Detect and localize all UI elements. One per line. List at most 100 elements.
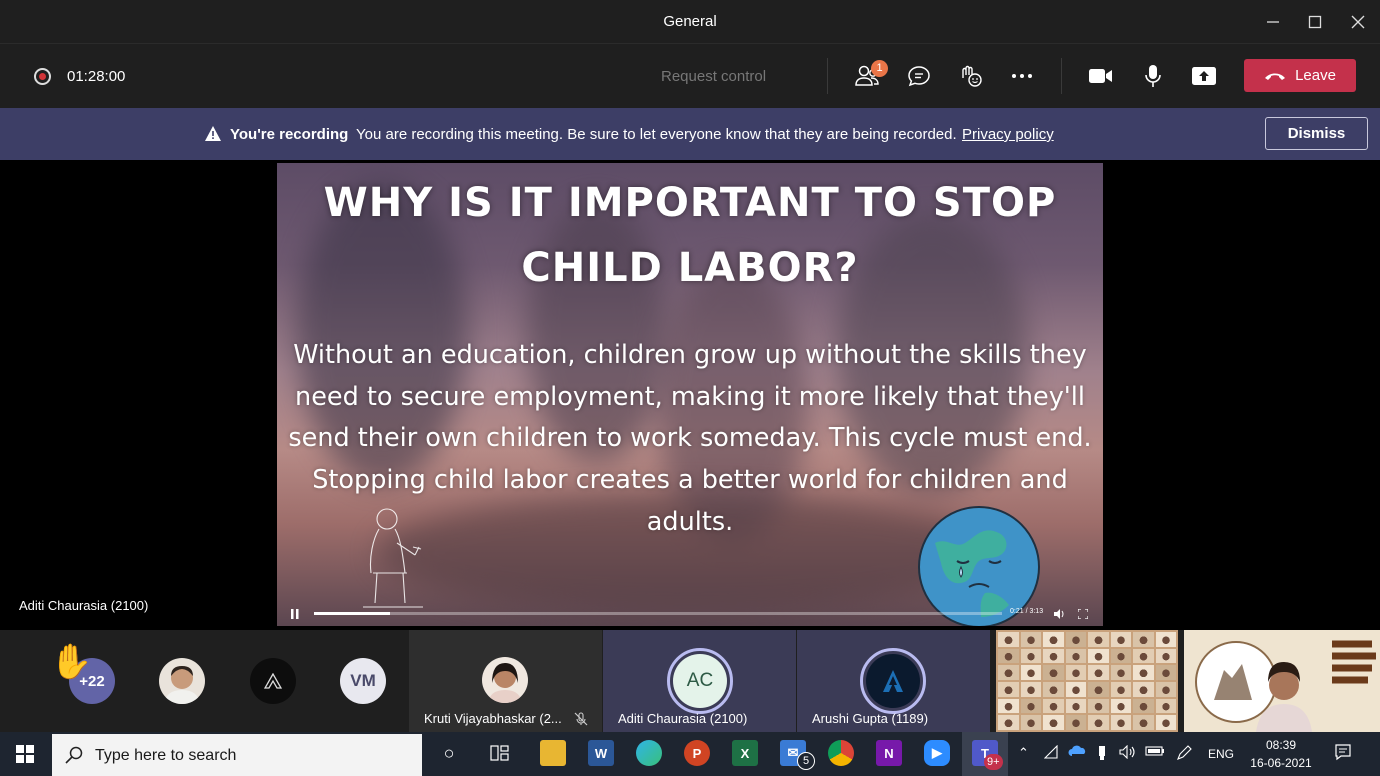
participant-avatar-initials[interactable]: VM: [340, 658, 386, 704]
usb-icon[interactable]: [1097, 745, 1107, 764]
raised-hand-icon: ✋: [50, 643, 93, 681]
minimize-icon[interactable]: [1258, 8, 1288, 36]
privacy-policy-link[interactable]: Privacy policy: [962, 126, 1054, 143]
hang-up-icon: [1265, 73, 1286, 80]
presentation-slide: WHY IS IT IMPORTANT TO STOP CHILD LABOR?…: [277, 163, 1103, 626]
self-video-preview: [1195, 638, 1380, 732]
speaking-ring: AC: [667, 648, 733, 714]
chat-icon[interactable]: [905, 63, 933, 89]
thumbnail-cell: [1088, 648, 1109, 664]
thumbnail-cell: [1110, 632, 1131, 647]
teams-badge: 9+: [984, 754, 1003, 770]
microphone-icon[interactable]: [1139, 63, 1167, 89]
maximize-icon[interactable]: [1300, 8, 1330, 36]
speaker-name-label: Aditi Chaurasia (2100): [19, 598, 149, 613]
request-control-button[interactable]: Request control: [661, 68, 766, 85]
thumbnail-cell: [1133, 665, 1154, 680]
pen-icon[interactable]: [1176, 745, 1192, 764]
onedrive-icon[interactable]: [1068, 745, 1088, 760]
volume-icon[interactable]: [1054, 609, 1065, 619]
taskbar-search-input[interactable]: Type here to search: [52, 734, 422, 776]
excel-icon[interactable]: X: [732, 740, 758, 766]
onenote-icon[interactable]: N: [876, 740, 902, 766]
thumbnail-cell: [998, 665, 1019, 680]
recording-banner: You're recording You are recording this …: [0, 108, 1380, 160]
task-view-circle-icon[interactable]: ○: [436, 740, 462, 766]
share-screen-icon[interactable]: [1190, 63, 1218, 89]
thumbnail-cell: [1155, 648, 1176, 664]
warning-icon: [205, 126, 221, 141]
thumbnail-cell: [1020, 682, 1041, 697]
chrome-icon[interactable]: [828, 740, 854, 766]
dismiss-button[interactable]: Dismiss: [1265, 117, 1368, 150]
pause-icon[interactable]: [291, 609, 299, 619]
battery-icon[interactable]: [1145, 745, 1165, 760]
thumbnail-cell: [1043, 648, 1064, 664]
volume-tray-icon[interactable]: [1119, 744, 1135, 762]
self-video-tile[interactable]: [1184, 630, 1380, 732]
network-icon[interactable]: [1043, 744, 1060, 762]
window-titlebar: General: [0, 0, 1380, 44]
search-icon: [65, 746, 83, 764]
participant-tile-active[interactable]: AC Aditi Chaurasia (2100): [603, 630, 796, 732]
participant-tile-active[interactable]: Arushi Gupta (1189): [797, 630, 990, 732]
thumbnail-cell: [1088, 715, 1109, 730]
video-progress-bar[interactable]: [314, 612, 1002, 615]
zoom-icon[interactable]: ▶: [924, 740, 950, 766]
thumbnail-cell: [1110, 648, 1131, 664]
participant-avatar[interactable]: [159, 658, 205, 704]
video-controls: 0:21 / 3:13: [277, 603, 1103, 626]
reactions-icon[interactable]: [956, 63, 984, 89]
camera-icon[interactable]: [1087, 63, 1115, 89]
thumbnail-cell: [998, 648, 1019, 664]
show-hidden-icons-icon[interactable]: ⌃: [1018, 745, 1029, 761]
leave-button[interactable]: Leave: [1244, 59, 1356, 92]
thumbnail-cell: [1088, 698, 1109, 714]
participant-initials: AC: [673, 654, 727, 708]
speaking-ring: [860, 648, 926, 714]
language-indicator[interactable]: ENG: [1208, 747, 1234, 761]
teams-taskbar-item[interactable]: T 9+: [962, 732, 1008, 776]
participant-avatar[interactable]: [250, 658, 296, 704]
thumbnail-cell: [1133, 698, 1154, 714]
windows-start-icon[interactable]: [0, 732, 50, 776]
word-icon[interactable]: W: [588, 740, 614, 766]
file-explorer-icon[interactable]: [540, 740, 566, 766]
toolbar-divider: [1061, 58, 1062, 94]
thumbnail-cell: [998, 632, 1019, 647]
child-sketch-illustration: [363, 508, 423, 608]
taskbar-clock[interactable]: 08:39 16-06-2021: [1246, 736, 1316, 772]
recording-indicator-icon: [34, 68, 51, 85]
powerpoint-icon[interactable]: P: [684, 740, 710, 766]
search-placeholder: Type here to search: [95, 747, 237, 764]
thumbnail-cell: [1155, 682, 1176, 697]
thumbnail-cell: [1155, 665, 1176, 680]
thumbnail-cell: [1110, 715, 1131, 730]
participant-tile[interactable]: Kruti Vijayabhaskar (2...: [409, 630, 602, 732]
thumbnail-cell: [1065, 715, 1086, 730]
windows-taskbar: Type here to search ○ W P X ✉ 5 N ▶ T 9+…: [0, 732, 1380, 776]
fullscreen-icon[interactable]: [1078, 609, 1088, 619]
participant-gallery: +22 ✋ VM Kruti Vijayabhaskar (2... AC Ad…: [0, 630, 1380, 732]
more-options-icon[interactable]: [1008, 63, 1036, 89]
thumbnail-cell: [1020, 698, 1041, 714]
participant-logo-avatar: [866, 654, 920, 708]
thumbnail-cell: [1020, 715, 1041, 730]
participant-name: Arushi Gupta (1189): [812, 711, 929, 726]
task-view-icon[interactable]: [487, 740, 513, 766]
notifications-icon[interactable]: [1334, 743, 1352, 764]
window-title: General: [663, 13, 717, 30]
clock-time: 08:39: [1265, 738, 1297, 752]
thumbnail-cell: [1020, 632, 1041, 647]
thumbnail-cell: [1110, 682, 1131, 697]
meeting-toolbar: 01:28:00 Request control 1 Leave: [0, 44, 1380, 108]
thumbnail-cell: [998, 698, 1019, 714]
thumbnail-cell: [1043, 698, 1064, 714]
thumbnail-cell: [1020, 648, 1041, 664]
edge-icon[interactable]: [636, 740, 662, 766]
close-icon[interactable]: [1343, 8, 1373, 36]
thumbnail-cell: [1020, 665, 1041, 680]
screen-share-thumbnail[interactable]: [996, 630, 1178, 732]
thumbnail-cell: [1065, 648, 1086, 664]
video-time: 0:21 / 3:13: [1010, 608, 1044, 615]
